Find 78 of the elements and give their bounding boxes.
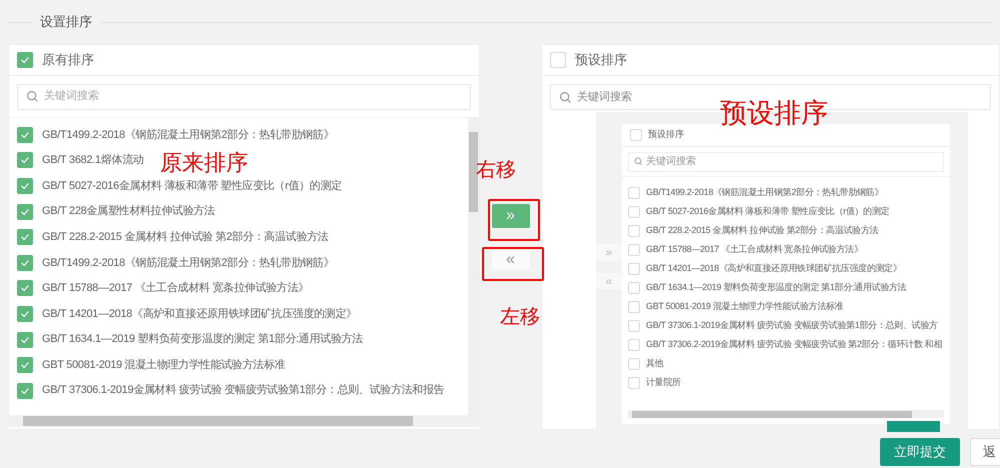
- check-icon: [20, 232, 30, 242]
- search-placeholder: 关键词搜索: [646, 154, 696, 169]
- checkbox[interactable]: [17, 229, 33, 246]
- checkbox[interactable]: [17, 382, 33, 399]
- annotation-label: 原来排序: [160, 152, 248, 174]
- submit-button-fragment: [887, 421, 940, 432]
- list-item[interactable]: GB/T 15788—2017 《土工合成材料 宽条拉伸试验方法》: [42, 280, 309, 297]
- checkbox[interactable]: [17, 52, 33, 68]
- checkbox[interactable]: [17, 306, 33, 322]
- list-item[interactable]: GB/T 3682.1熔体流动: [42, 152, 144, 169]
- list-item: GB/T 37306.1-2019金属材料 疲劳试验 变幅疲劳试验第1部分：总则、试验方: [646, 318, 938, 332]
- checkbox[interactable]: [630, 129, 642, 141]
- checkbox[interactable]: [628, 262, 640, 274]
- checkbox[interactable]: [628, 244, 640, 256]
- check-icon: [20, 206, 30, 217]
- checkbox[interactable]: [17, 152, 33, 168]
- check-icon: [20, 180, 30, 191]
- annotation-label: 左移: [500, 307, 540, 327]
- list-item: GB/T 5027-2016金属材料 薄板和薄带 塑性应变比（r值）的测定: [646, 204, 890, 218]
- list-item[interactable]: GB/T 228金属塑性材料拉伸试验方法: [42, 203, 215, 220]
- list-item[interactable]: GB/T 5027-2016金属材料 薄板和薄带 塑性应变比（r值）的测定: [42, 178, 342, 194]
- check-icon: [20, 130, 30, 140]
- check-icon: [20, 258, 30, 268]
- checkbox[interactable]: [17, 280, 33, 296]
- checkbox[interactable]: [17, 332, 33, 348]
- list-item[interactable]: GB/T 14201—2018《高炉和直接还原用铁球团矿抗压强度的测定》: [42, 306, 357, 322]
- check-icon: [20, 55, 30, 65]
- check-icon: [20, 308, 30, 319]
- list-item[interactable]: GB/T1499.2-2018《钢筋混凝土用钢第2部分：热轧带肋钢筋》: [42, 254, 334, 272]
- list-item: GBT 50081-2019 混凝土物理力学性能试验方法标准: [646, 300, 844, 313]
- list-item: GB/T 1634.1—2019 塑料负荷变形温度的测定 第1部分:通用试验方法: [646, 280, 906, 294]
- checkbox[interactable]: [17, 357, 33, 374]
- panel-title: 预设排序: [575, 51, 627, 70]
- search-placeholder: 关键词搜索: [44, 88, 99, 104]
- list-item: GB/T 228.2-2015 金属材料 拉伸试验 第2部分：高温试验方法: [646, 224, 878, 237]
- checkbox[interactable]: [628, 224, 640, 236]
- list-item: GB/T 37306.2-2019金属材料 疲劳试验 变幅疲劳试验 第2部分：循环计数 和相: [646, 338, 942, 351]
- check-icon: [20, 334, 30, 345]
- panel-title: 原有排序: [42, 51, 94, 70]
- search-icon: [26, 90, 39, 103]
- checkbox[interactable]: [628, 206, 640, 218]
- checkbox[interactable]: [628, 338, 640, 350]
- list-item[interactable]: GB/T1499.2-2018《钢筋混凝土用钢第2部分：热轧带肋钢筋》: [42, 126, 334, 144]
- list-item: 计量院所: [646, 376, 681, 389]
- checkbox[interactable]: [628, 282, 640, 294]
- highlight-frame: [488, 199, 540, 241]
- list-item: GB/T1499.2-2018《钢筋混凝土用钢第2部分：热轧带肋钢筋》: [646, 186, 884, 199]
- checkbox[interactable]: [628, 376, 640, 388]
- checkbox[interactable]: [17, 178, 33, 194]
- search-icon: [634, 157, 643, 166]
- list-item: GB/T 14201—2018《高炉和直接还原用铁球团矿抗压强度的测定》: [646, 262, 902, 275]
- panel-title: 预设排序: [648, 128, 684, 142]
- highlight-frame: [482, 247, 544, 281]
- list-item[interactable]: GB/T 228.2-2015 金属材料 拉伸试验 第2部分：高温试验方法: [42, 228, 328, 246]
- list-item: 其他: [646, 356, 664, 370]
- checkbox[interactable]: [628, 186, 640, 198]
- checkbox[interactable]: [628, 320, 640, 332]
- checkbox[interactable]: [628, 300, 640, 312]
- annotation-label: 右移: [476, 160, 516, 180]
- horizontal-scrollbar[interactable]: [9, 415, 479, 427]
- list-item[interactable]: GB/T 37306.1-2019金属材料 疲劳试验 变幅疲劳试验第1部分：总则、试验方法和报告: [42, 382, 444, 399]
- section-title: 设置排序: [39, 13, 93, 32]
- list-item: GB/T 15788—2017 《土工合成材料 宽条拉伸试验方法》: [646, 242, 862, 256]
- list-item[interactable]: GBT 50081-2019 混凝土物理力学性能试验方法标准: [42, 356, 286, 374]
- check-icon: [20, 283, 30, 294]
- search-placeholder: 关键词搜索: [577, 90, 632, 105]
- checkbox[interactable]: [550, 52, 566, 68]
- check-icon: [20, 360, 30, 370]
- checkbox[interactable]: [628, 358, 640, 370]
- list-item[interactable]: GB/T 1634.1—2019 塑料负荷变形温度的测定 第1部分:通用试验方法: [42, 331, 363, 348]
- check-icon: [20, 155, 30, 166]
- footer-button[interactable]: 返: [970, 438, 1000, 466]
- checkbox[interactable]: [17, 204, 33, 220]
- search-icon: [559, 90, 572, 104]
- checkbox[interactable]: [17, 126, 33, 143]
- check-icon: [20, 386, 30, 396]
- checkbox[interactable]: [17, 254, 33, 271]
- footer-button[interactable]: 立即提交: [880, 438, 960, 466]
